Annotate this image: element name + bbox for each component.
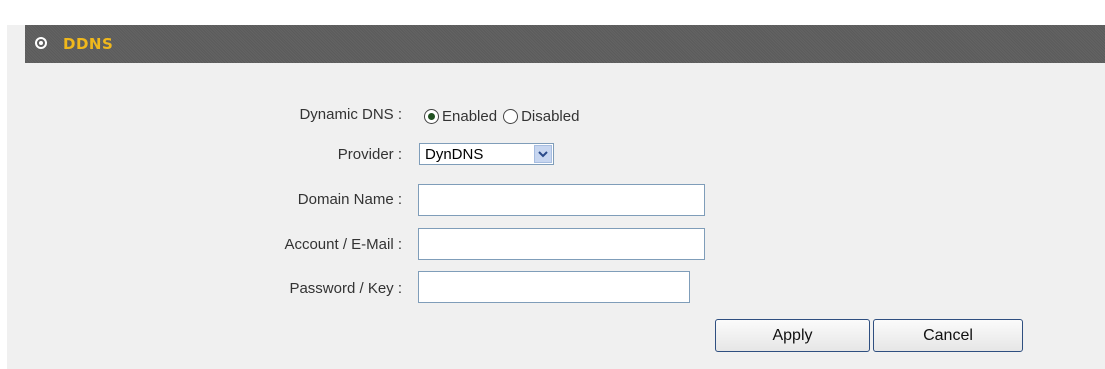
disabled-radio[interactable]	[503, 108, 519, 124]
section-title: DDNS	[63, 35, 114, 53]
enabled-option[interactable]: Enabled	[424, 108, 497, 125]
bullet-icon	[35, 37, 47, 49]
disabled-option[interactable]: Disabled	[503, 108, 579, 125]
dynamic-dns-label: Dynamic DNS :	[299, 106, 402, 123]
password-input[interactable]	[418, 271, 690, 303]
section-header: DDNS	[25, 25, 1105, 63]
enabled-label[interactable]: Enabled	[442, 108, 497, 125]
enabled-radio[interactable]	[424, 108, 439, 124]
provider-label: Provider :	[337, 146, 402, 163]
account-input[interactable]	[418, 228, 705, 260]
provider-value: DynDNS	[425, 146, 484, 163]
chevron-down-icon[interactable]	[534, 145, 552, 163]
dynamic-dns-radio-group: Enabled Disabled	[424, 105, 585, 127]
domain-name-label: Domain Name :	[297, 191, 402, 208]
password-label: Password / Key :	[289, 280, 402, 297]
cancel-button[interactable]: Cancel	[873, 319, 1023, 352]
domain-name-input[interactable]	[418, 184, 705, 216]
apply-button[interactable]: Apply	[715, 319, 870, 352]
provider-select[interactable]: DynDNS	[419, 143, 554, 165]
disabled-label[interactable]: Disabled	[521, 108, 579, 125]
account-label: Account / E-Mail :	[284, 236, 402, 253]
